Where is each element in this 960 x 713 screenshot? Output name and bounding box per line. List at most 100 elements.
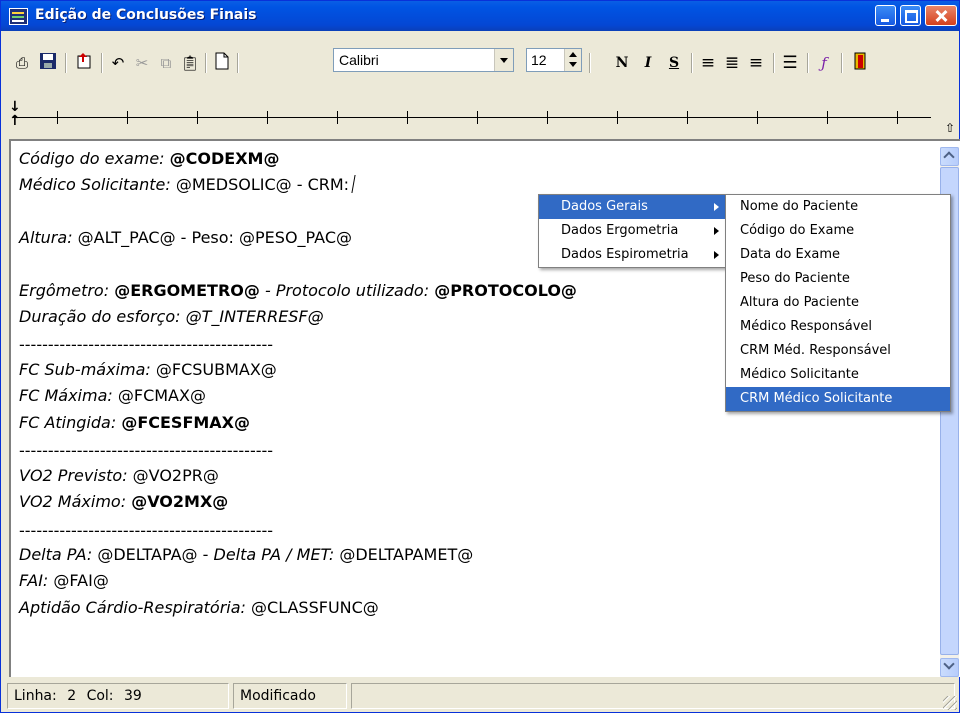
doc-label: Ergômetro:	[19, 281, 110, 300]
submenu-item[interactable]: Código do Exame	[726, 219, 950, 243]
doc-label: Delta PA:	[19, 545, 93, 564]
undo-icon[interactable]: ↶	[107, 52, 129, 74]
scroll-up-icon[interactable]	[940, 147, 959, 166]
doc-label: Altura:	[19, 228, 73, 247]
app-icon	[9, 8, 28, 25]
copy-icon[interactable]: ⧉	[155, 52, 177, 74]
doc-field: @FCSUBMAX@	[155, 360, 277, 379]
chevron-down-icon[interactable]	[494, 49, 513, 71]
doc-field: @PROTOCOLO@	[434, 281, 577, 300]
title-bar[interactable]: Edição de Conclusões Finais	[1, 1, 959, 31]
close-button[interactable]	[925, 5, 957, 26]
doc-label: FC Sub-máxima:	[19, 360, 151, 379]
maximize-button[interactable]	[900, 5, 921, 26]
ruler-tick	[127, 111, 128, 124]
menu-item-dados-ergometria[interactable]: Dados Ergometria	[539, 219, 727, 243]
doc-line: Médico Solicitante: @MEDSOLIC@ - CRM:	[19, 175, 356, 197]
submenu-arrow-icon	[714, 203, 719, 211]
doc-label: Aptidão Cárdio-Respiratória:	[19, 598, 246, 617]
text-caret	[351, 175, 356, 193]
save-icon[interactable]	[37, 52, 59, 74]
doc-label: FC Máxima:	[19, 386, 113, 405]
doc-field: @VO2PR@	[132, 466, 219, 485]
submenu-item[interactable]: Médico Solicitante	[726, 363, 950, 387]
ruler-tick	[197, 111, 198, 124]
ruler-line	[13, 117, 931, 118]
new-document-icon[interactable]	[211, 52, 233, 74]
status-bar: Linha: 2 Col: 39 Modificado	[3, 681, 959, 712]
resize-grip-icon[interactable]	[943, 696, 957, 710]
bold-button[interactable]: N	[611, 52, 633, 74]
doc-label: Duração do esforço:	[19, 307, 181, 326]
font-name-value: Calibri	[339, 52, 379, 68]
submenu-dados-gerais: Nome do Paciente Código do Exame Data do…	[725, 194, 951, 412]
toolbar-separator	[773, 53, 775, 73]
font-name-select[interactable]: Calibri	[333, 48, 514, 72]
submenu-item[interactable]: Peso do Paciente	[726, 267, 950, 291]
italic-button[interactable]: I	[637, 52, 659, 74]
context-menu: Dados Gerais Dados Ergometria Dados Espi…	[538, 194, 728, 268]
submenu-item[interactable]: Médico Responsável	[726, 315, 950, 339]
font-size-stepper[interactable]: 12	[526, 48, 582, 72]
ruler-tick	[827, 111, 828, 124]
insert-field-icon[interactable]	[73, 52, 95, 74]
doc-label: FAI:	[19, 571, 49, 590]
ruler-tick	[757, 111, 758, 124]
menu-item-label: Dados Ergometria	[561, 223, 679, 238]
status-col-label: Col:	[86, 688, 114, 704]
cursor-position-panel: Linha: 2 Col: 39	[7, 683, 229, 709]
align-center-icon[interactable]: ≣	[721, 52, 743, 74]
minimize-button[interactable]	[875, 5, 896, 26]
font-icon[interactable]: ƒ	[813, 52, 835, 74]
toolbar-separator	[807, 53, 809, 73]
doc-field: @FCESFMAX@	[121, 413, 251, 432]
empty-status-panel	[351, 683, 955, 709]
doc-field: @ALT_PAC@ - Peso: @PESO_PAC@	[77, 228, 352, 247]
doc-label: VO2 Máximo:	[19, 492, 127, 511]
print-preview-icon[interactable]: ⎙	[11, 52, 33, 74]
align-left-icon[interactable]: ≡	[697, 52, 719, 74]
left-indent-marker-icon[interactable]: ↑	[9, 113, 21, 129]
submenu-item-crm-medico-solicitante[interactable]: CRM Médico Solicitante	[726, 387, 950, 411]
submenu-item[interactable]: Data do Exame	[726, 243, 950, 267]
toolbar-separator	[101, 53, 103, 73]
underline-button[interactable]: S	[663, 52, 685, 74]
doc-field: @ERGOMETRO@	[114, 281, 260, 300]
status-col-value: 39	[123, 688, 142, 704]
doc-line: Duração do esforço: @T_INTERRESF@	[19, 307, 324, 329]
doc-field: @FAI@	[53, 571, 109, 590]
ruler-tick	[687, 111, 688, 124]
ruler[interactable]: ↓ ↑ ⇧	[3, 97, 957, 135]
doc-field: @CLASSFUNC@	[251, 598, 379, 617]
toolbar-separator	[841, 53, 843, 73]
submenu-arrow-icon	[714, 227, 719, 235]
submenu-item[interactable]: CRM Méd. Responsável	[726, 339, 950, 363]
scroll-down-icon[interactable]	[940, 658, 959, 677]
doc-label: FC Atingida:	[19, 413, 117, 432]
align-right-icon[interactable]: ≡	[745, 52, 767, 74]
toolbar-separator	[205, 53, 207, 73]
window-title: Edição de Conclusões Finais	[35, 7, 257, 23]
ruler-tick	[337, 111, 338, 124]
doc-line: Aptidão Cárdio-Respiratória: @CLASSFUNC@	[19, 598, 379, 620]
doc-line: VO2 Previsto: @VO2PR@	[19, 466, 219, 488]
submenu-item[interactable]: Altura do Paciente	[726, 291, 950, 315]
paste-icon[interactable]: 📋︎	[179, 52, 201, 74]
status-line-value: 2	[67, 688, 77, 704]
menu-item-dados-gerais[interactable]: Dados Gerais	[539, 195, 727, 219]
spinner-arrows-icon[interactable]	[564, 49, 581, 71]
ruler-tick	[407, 111, 408, 124]
bullets-icon[interactable]: ☰	[779, 52, 801, 74]
doc-field: @MEDSOLIC@ - CRM:	[175, 175, 350, 194]
cut-icon[interactable]: ✂	[131, 52, 153, 74]
submenu-item[interactable]: Nome do Paciente	[726, 195, 950, 219]
right-indent-marker-icon[interactable]: ⇧	[945, 121, 955, 135]
exit-icon[interactable]	[849, 52, 871, 74]
menu-item-dados-espirometria[interactable]: Dados Espirometria	[539, 243, 727, 267]
doc-line: Delta PA: @DELTAPA@ - Delta PA / MET: @D…	[19, 545, 473, 567]
doc-line: FC Sub-máxima: @FCSUBMAX@	[19, 360, 277, 382]
menu-item-label: Dados Gerais	[561, 199, 648, 214]
doc-separator: ----------------------------------------…	[19, 441, 274, 460]
doc-separator: ----------------------------------------…	[19, 521, 274, 540]
modified-status-panel: Modificado	[233, 683, 347, 709]
